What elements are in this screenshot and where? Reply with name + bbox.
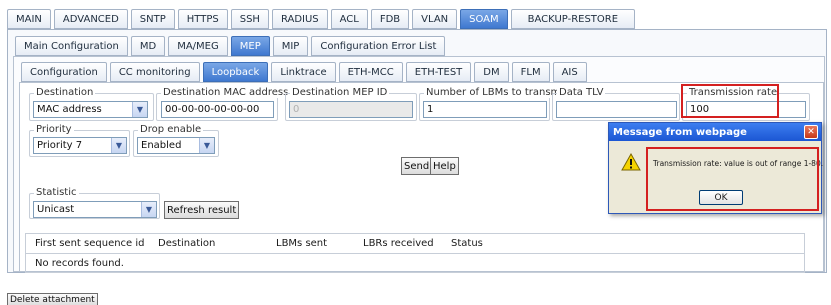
empty-row: No records found. bbox=[35, 258, 124, 269]
tab-soam[interactable]: SOAM bbox=[460, 9, 508, 29]
dest-mac-label: Destination MAC address bbox=[161, 87, 291, 98]
col-first-sent-sequence-id: First sent sequence id bbox=[35, 238, 145, 249]
tab-mep[interactable]: MEP bbox=[230, 36, 270, 56]
tab-flm[interactable]: FLM bbox=[511, 62, 550, 82]
priority-label: Priority bbox=[34, 124, 74, 135]
message-dialog: Message from webpage ✕ Transmission rate… bbox=[608, 122, 823, 214]
chevron-down-icon: ▼ bbox=[141, 202, 156, 217]
num-lbms-label: Number of LBMs to transmit bbox=[424, 87, 569, 98]
tab-sntp[interactable]: SNTP bbox=[130, 9, 175, 29]
send-button[interactable]: Send bbox=[401, 157, 433, 175]
data-tlv-label: Data TLV bbox=[557, 87, 606, 98]
statistic-label: Statistic bbox=[34, 187, 79, 198]
priority-select[interactable]: Priority 7 ▼ bbox=[33, 137, 127, 154]
table-header: First sent sequence id Destination LBMs … bbox=[26, 234, 804, 254]
tab-cc-monitoring[interactable]: CC monitoring bbox=[109, 62, 200, 82]
warning-icon bbox=[621, 153, 641, 171]
col-lbms-sent: LBMs sent bbox=[276, 238, 328, 249]
tab-backup-restore[interactable]: BACKUP-RESTORE bbox=[510, 9, 636, 29]
col-lbrs-received: LBRs received bbox=[363, 238, 434, 249]
dialog-highlight bbox=[646, 147, 819, 211]
chevron-down-icon: ▼ bbox=[199, 138, 214, 153]
num-lbms-input[interactable]: 1 bbox=[423, 101, 547, 118]
chevron-down-icon: ▼ bbox=[111, 138, 126, 153]
dest-mep-id-label: Destination MEP ID bbox=[290, 87, 390, 98]
tab-advanced[interactable]: ADVANCED bbox=[53, 9, 128, 29]
tx-rate-highlight bbox=[681, 84, 779, 118]
tab-eth-mcc[interactable]: ETH-MCC bbox=[338, 62, 403, 82]
drop-enable-value: Enabled bbox=[141, 140, 182, 151]
statistic-select[interactable]: Unicast ▼ bbox=[33, 201, 157, 218]
chevron-down-icon: ▼ bbox=[132, 102, 147, 117]
destination-value: MAC address bbox=[37, 104, 102, 115]
tab-main[interactable]: MAIN bbox=[7, 9, 51, 29]
statistic-value: Unicast bbox=[37, 204, 75, 215]
tab-configuration-error-list[interactable]: Configuration Error List bbox=[311, 36, 446, 56]
delete-attachment-button[interactable]: Delete attachment bbox=[7, 293, 98, 305]
col-destination: Destination bbox=[158, 238, 216, 249]
tab-ssh[interactable]: SSH bbox=[230, 9, 269, 29]
tab-eth-test[interactable]: ETH-TEST bbox=[405, 62, 472, 82]
tab-vlan[interactable]: VLAN bbox=[412, 9, 458, 29]
close-icon[interactable]: ✕ bbox=[804, 125, 818, 139]
tab-fdb[interactable]: FDB bbox=[370, 9, 410, 29]
tab-https[interactable]: HTTPS bbox=[177, 9, 228, 29]
tab-ma-meg[interactable]: MA/MEG bbox=[168, 36, 228, 56]
tab-configuration[interactable]: Configuration bbox=[21, 62, 107, 82]
mep-tab-bar: Configuration CC monitoring Loopback Lin… bbox=[21, 62, 587, 82]
data-tlv-input[interactable] bbox=[556, 101, 677, 118]
drop-enable-label: Drop enable bbox=[138, 124, 204, 135]
tab-dm[interactable]: DM bbox=[474, 62, 509, 82]
refresh-result-button[interactable]: Refresh result bbox=[164, 201, 240, 219]
dialog-title: Message from webpage bbox=[609, 123, 821, 141]
results-table: First sent sequence id Destination LBMs … bbox=[25, 233, 805, 273]
help-button[interactable]: Help bbox=[430, 157, 459, 175]
tab-radius[interactable]: RADIUS bbox=[271, 9, 328, 29]
tab-linktrace[interactable]: Linktrace bbox=[271, 62, 336, 82]
tab-md[interactable]: MD bbox=[130, 36, 166, 56]
destination-select[interactable]: MAC address ▼ bbox=[33, 101, 148, 118]
tab-mip[interactable]: MIP bbox=[272, 36, 309, 56]
soam-tab-bar: Main Configuration MD MA/MEG MEP MIP Con… bbox=[15, 36, 446, 56]
dest-mep-id-input[interactable]: 0 bbox=[289, 101, 413, 118]
tab-acl[interactable]: ACL bbox=[330, 9, 368, 29]
dest-mac-input[interactable]: 00-00-00-00-00-00 bbox=[161, 101, 274, 118]
tab-ais[interactable]: AIS bbox=[552, 62, 587, 82]
tab-loopback[interactable]: Loopback bbox=[202, 62, 269, 82]
main-tab-bar: MAIN ADVANCED SNTP HTTPS SSH RADIUS ACL … bbox=[7, 9, 636, 29]
priority-value: Priority 7 bbox=[37, 140, 83, 151]
drop-enable-select[interactable]: Enabled ▼ bbox=[137, 137, 215, 154]
tab-main-configuration[interactable]: Main Configuration bbox=[15, 36, 128, 56]
destination-label: Destination bbox=[34, 87, 96, 98]
col-status: Status bbox=[451, 238, 483, 249]
